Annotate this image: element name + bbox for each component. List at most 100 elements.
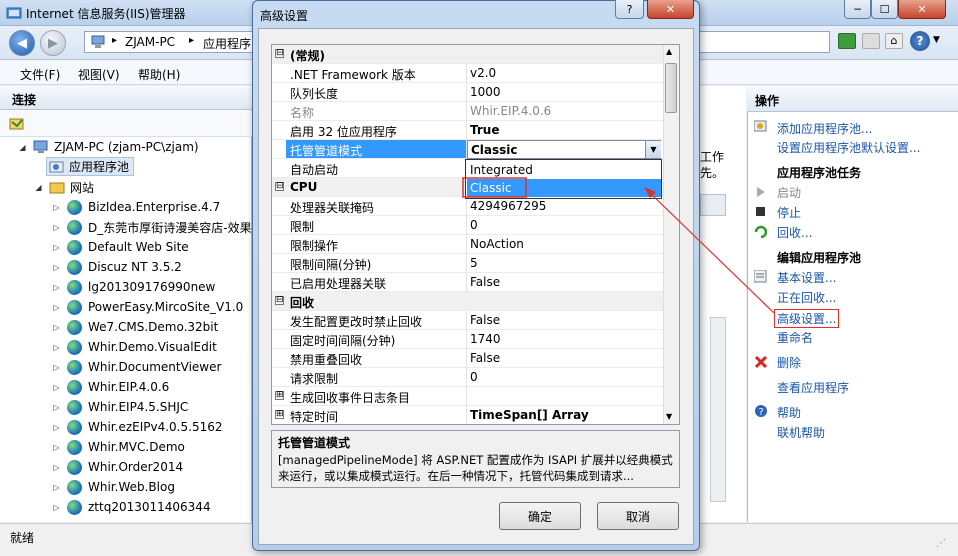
- tree-site-item[interactable]: ▷ BizIdea.Enterprise.4.7: [52, 197, 220, 217]
- maximize-button[interactable]: ☐: [871, 0, 898, 19]
- menu-view[interactable]: 视图(V): [78, 66, 120, 83]
- collapse-icon[interactable]: ◢: [34, 183, 43, 192]
- tree-site-item[interactable]: ▷ PowerEasy.MircoSite_V1.0: [52, 297, 243, 317]
- back-button[interactable]: ◀: [9, 30, 35, 56]
- pipeline-mode-combo[interactable]: Classic ▼: [467, 140, 661, 159]
- expand-icon[interactable]: ▷: [52, 483, 61, 492]
- tree-site-item[interactable]: ▷ Discuz NT 3.5.2: [52, 257, 182, 277]
- property-category[interactable]: ⊟ (常规): [272, 45, 664, 64]
- cancel-button[interactable]: 取消: [597, 502, 679, 530]
- tree-site-item[interactable]: ▷ D_东莞市厚街诗漫美容店-效果: [52, 217, 252, 237]
- property-row[interactable]: 限制 0: [272, 216, 664, 235]
- menu-help[interactable]: 帮助(H): [138, 66, 180, 83]
- action-advanced-settings[interactable]: 高级设置...: [774, 309, 840, 328]
- action-recycling[interactable]: 正在回收...: [777, 289, 836, 306]
- property-row[interactable]: 限制操作 NoAction: [272, 235, 664, 254]
- help-dropdown-icon[interactable]: ▼: [933, 35, 940, 45]
- tree-site-item[interactable]: ▷ Whir.Web.Blog: [52, 477, 175, 497]
- collapse-box-icon[interactable]: ⊟: [275, 182, 284, 191]
- expand-icon[interactable]: ▷: [52, 303, 61, 312]
- action-recycle[interactable]: 回收...: [777, 224, 812, 241]
- dialog-close-button[interactable]: ✕: [647, 0, 694, 19]
- property-row[interactable]: .NET Framework 版本 v2.0: [272, 64, 664, 83]
- tree-server-node[interactable]: ◢ ZJAM-PC (zjam-PC\zjam): [18, 137, 198, 157]
- stop-icon[interactable]: [862, 33, 880, 49]
- collapse-box-icon[interactable]: ⊟: [275, 296, 284, 305]
- property-category[interactable]: ⊟ 回收: [272, 292, 664, 311]
- expand-icon[interactable]: ▷: [52, 243, 61, 252]
- property-row[interactable]: 已启用处理器关联 False: [272, 273, 664, 292]
- dialog-help-button[interactable]: ?: [615, 0, 644, 19]
- property-row[interactable]: 名称 Whir.EIP.4.0.6: [272, 102, 664, 121]
- menu-file[interactable]: 文件(F): [20, 66, 60, 83]
- property-grid-scroll-thumb[interactable]: [665, 63, 677, 113]
- tree-site-item[interactable]: ▷ Default Web Site: [52, 237, 189, 257]
- tree-site-item[interactable]: ▷ Whir.Demo.VisualEdit: [52, 337, 217, 357]
- tree-app-pools-node[interactable]: 应用程序池: [46, 157, 135, 176]
- resize-grip-icon[interactable]: ⋰: [936, 538, 946, 549]
- expand-icon[interactable]: ▷: [52, 503, 61, 512]
- expand-icon[interactable]: ▷: [52, 263, 61, 272]
- expand-icon[interactable]: ▷: [52, 283, 61, 292]
- option-classic[interactable]: Classic: [467, 179, 661, 197]
- tree-site-item[interactable]: ▷ Whir.EIP4.5.SHJC: [52, 397, 188, 417]
- collapse-box-icon[interactable]: ⊟: [275, 49, 284, 58]
- property-row[interactable]: 请求限制 0: [272, 368, 664, 387]
- property-row[interactable]: 限制间隔(分钟) 5: [272, 254, 664, 273]
- action-stop[interactable]: 停止: [777, 204, 801, 221]
- action-basic-settings[interactable]: 基本设置...: [777, 269, 836, 286]
- property-row[interactable]: 启用 32 位应用程序 True: [272, 121, 664, 140]
- action-add-pool[interactable]: 添加应用程序池...: [777, 120, 872, 137]
- tree-site-item[interactable]: ▷ Whir.EIP.4.0.6: [52, 377, 169, 397]
- scroll-down-icon[interactable]: ▼: [666, 412, 672, 421]
- center-scrollbar[interactable]: [710, 317, 726, 502]
- chevron-down-icon[interactable]: ▼: [645, 141, 661, 158]
- connect-icon[interactable]: [9, 116, 25, 131]
- breadcrumb-server[interactable]: ZJAM-PC: [125, 35, 175, 49]
- property-row[interactable]: ⊞ 生成回收事件日志条目: [272, 387, 664, 406]
- action-delete[interactable]: 删除: [777, 354, 801, 371]
- expand-icon[interactable]: ▷: [52, 463, 61, 472]
- minimize-button[interactable]: ─: [844, 0, 871, 19]
- expand-icon[interactable]: ▷: [52, 443, 61, 452]
- tree-site-item[interactable]: ▷ Whir.ezEIPv4.0.5.5162: [52, 417, 222, 437]
- expand-icon[interactable]: ▷: [52, 343, 61, 352]
- expand-icon[interactable]: ▷: [52, 363, 61, 372]
- action-help[interactable]: 帮助: [777, 404, 801, 421]
- help-icon[interactable]: ?: [910, 31, 930, 51]
- property-row[interactable]: 发生配置更改时禁止回收 False: [272, 311, 664, 330]
- expand-icon[interactable]: ▷: [52, 203, 61, 212]
- close-button[interactable]: ✕: [898, 0, 946, 19]
- action-view-apps[interactable]: 查看应用程序: [777, 379, 849, 396]
- expand-box-icon[interactable]: ⊞: [275, 410, 284, 419]
- expand-icon[interactable]: ▷: [52, 403, 61, 412]
- home-icon[interactable]: ⌂: [885, 33, 903, 49]
- action-online-help[interactable]: 联机帮助: [777, 424, 825, 441]
- property-row[interactable]: 固定时间间隔(分钟) 1740: [272, 330, 664, 349]
- tree-site-item[interactable]: ▷ Whir.DocumentViewer: [52, 357, 221, 377]
- tree-site-item[interactable]: ▷ zttq2013011406344: [52, 497, 211, 517]
- action-rename[interactable]: 重命名: [777, 329, 813, 346]
- expand-icon[interactable]: ▷: [52, 323, 61, 332]
- property-row[interactable]: 禁用重叠回收 False: [272, 349, 664, 368]
- ok-button[interactable]: 确定: [499, 502, 581, 530]
- property-row[interactable]: 队列长度 1000: [272, 83, 664, 102]
- collapse-icon[interactable]: ◢: [18, 143, 27, 152]
- action-set-defaults[interactable]: 设置应用程序池默认设置...: [777, 139, 920, 156]
- tree-site-item[interactable]: ▷ lg201309176990new: [52, 277, 215, 297]
- expand-icon[interactable]: ▷: [52, 223, 61, 232]
- expand-box-icon[interactable]: ⊞: [275, 391, 284, 400]
- property-row[interactable]: 处理器关联掩码 4294967295: [272, 197, 664, 216]
- expand-icon[interactable]: ▷: [52, 383, 61, 392]
- scroll-up-icon[interactable]: ▲: [666, 47, 672, 56]
- tree-site-item[interactable]: ▷ We7.CMS.Demo.32bit: [52, 317, 218, 337]
- tree-sites-node[interactable]: ◢ 网站: [34, 177, 94, 197]
- expand-icon[interactable]: ▷: [52, 423, 61, 432]
- tree-site-item[interactable]: ▷ Whir.MVC.Demo: [52, 437, 185, 457]
- forward-button[interactable]: ▶: [40, 30, 66, 56]
- breadcrumb-app[interactable]: 应用程序: [203, 35, 251, 52]
- refresh-icon[interactable]: [838, 33, 856, 49]
- property-row[interactable]: ⊞ 特定时间 TimeSpan[] Array: [272, 406, 664, 424]
- action-start[interactable]: 启动: [777, 184, 801, 201]
- option-integrated[interactable]: Integrated: [467, 161, 661, 179]
